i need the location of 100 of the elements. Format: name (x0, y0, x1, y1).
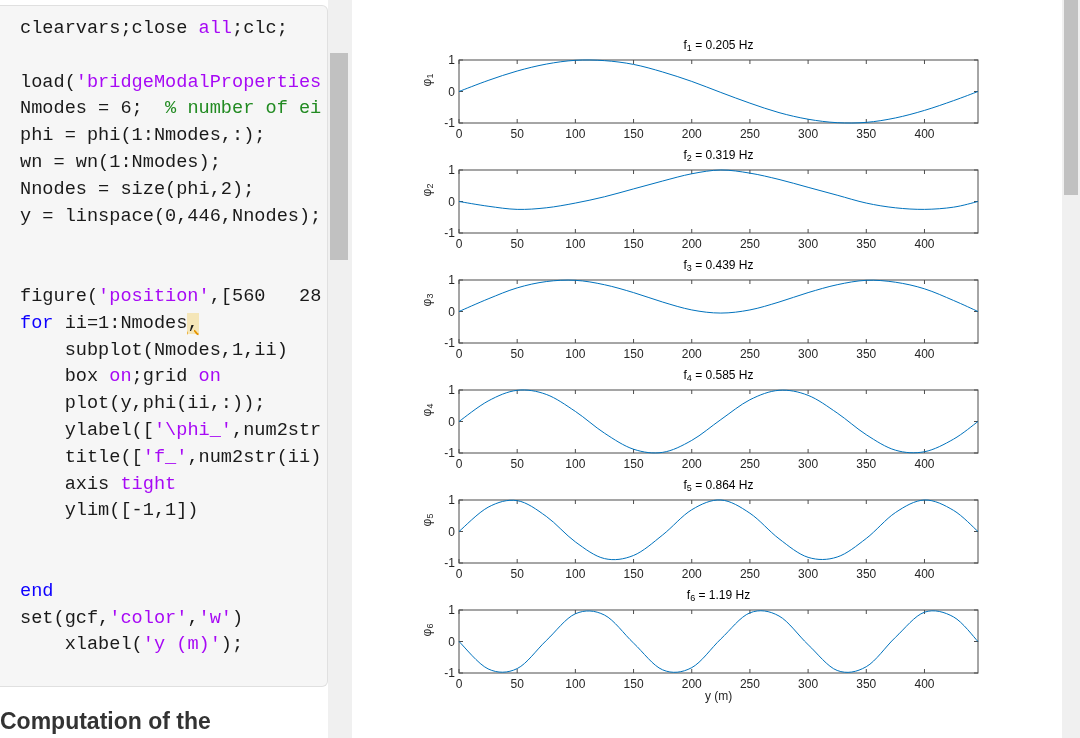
tick-label: 250 (739, 347, 760, 361)
tick-label: 200 (681, 237, 702, 251)
tick-label: 250 (739, 567, 760, 581)
code-line: title(['f_',num2str(ii) (63, 446, 322, 468)
code-line: figure('position',[560 28 (20, 285, 322, 307)
chart-title: f$_{4}$ = 0.585 Hz (682, 367, 755, 385)
tick-label: -1 (444, 446, 455, 460)
tick-label: 350 (856, 237, 877, 251)
tick-label: 300 (798, 677, 819, 691)
tick-label: 150 (623, 237, 644, 251)
tick-label: 250 (739, 237, 760, 251)
tick-label: 150 (623, 677, 644, 691)
tick-label: 400 (914, 457, 935, 471)
tick-label: 0 (455, 567, 463, 581)
tick-label: 50 (510, 127, 524, 141)
chart-title: f$_{3}$ = 0.439 Hz (682, 257, 755, 275)
code-line: ylabel(['\phi_',num2str (63, 419, 322, 441)
tick-label: 150 (623, 347, 644, 361)
tick-label: 50 (510, 237, 524, 251)
chart-title: f$_{2}$ = 0.319 Hz (682, 147, 755, 165)
tick-label: 1 (448, 275, 455, 287)
tick-label: 100 (565, 677, 586, 691)
section-heading: Computation of the (0, 707, 212, 736)
tick-label: 1 (448, 165, 455, 177)
tick-label: 250 (739, 457, 760, 471)
tick-label: 0 (455, 237, 463, 251)
tick-label: 100 (565, 127, 586, 141)
tick-label: 350 (856, 567, 877, 581)
tick-label: 50 (510, 677, 524, 691)
tick-label: 400 (914, 237, 935, 251)
code-line: for ii=1:Nmodes, (20, 312, 199, 334)
code-line: subplot(Nmodes,1,ii) (63, 339, 288, 361)
tick-label: 400 (914, 127, 935, 141)
tick-label: 250 (739, 677, 760, 691)
tick-label: 200 (681, 127, 702, 141)
tick-label: 200 (681, 457, 702, 471)
tick-label: 0 (448, 84, 455, 99)
code-line: phi = phi(1:Nmodes,:); (20, 125, 266, 147)
code-line: xlabel('y (m)'); (63, 634, 244, 656)
tick-label: 0 (455, 127, 463, 141)
tick-label: 1 (448, 55, 455, 67)
tick-label: -1 (444, 556, 455, 570)
code-line: y = linspace(0,446,Nnodes); (20, 205, 322, 227)
tick-label: 200 (681, 567, 702, 581)
tick-label: -1 (444, 666, 455, 680)
tick-label: 400 (914, 567, 935, 581)
code-line: set(gcf,'color','w') (20, 607, 244, 629)
tick-label: 200 (681, 347, 702, 361)
tick-label: 300 (798, 567, 819, 581)
tick-label: 250 (739, 127, 760, 141)
tick-label: 0 (448, 524, 455, 539)
scrollbar-thumb[interactable] (330, 53, 348, 260)
tick-label: 50 (510, 347, 524, 361)
tick-label: 300 (798, 457, 819, 471)
tick-label: 350 (856, 127, 877, 141)
tick-label: 1 (448, 385, 455, 397)
tick-label: 350 (856, 457, 877, 471)
tick-label: 100 (565, 237, 586, 251)
tick-label: 100 (565, 567, 586, 581)
tick-label: -1 (444, 116, 455, 130)
tick-label: 1 (448, 495, 455, 507)
tick-label: 0 (455, 457, 463, 471)
code-line: end (20, 580, 54, 602)
tick-label: 350 (856, 677, 877, 691)
chart-title: f$_{1}$ = 0.205 Hz (682, 37, 755, 55)
tick-label: 0 (448, 634, 455, 649)
tick-label: 300 (798, 127, 819, 141)
tick-label: 150 (623, 457, 644, 471)
tick-label: 200 (681, 677, 702, 691)
tick-label: 0 (448, 194, 455, 209)
tick-label: -1 (444, 336, 455, 350)
code-line: axis tight (63, 473, 177, 495)
tick-label: 0 (448, 414, 455, 429)
code-line: Nmodes = 6; % number of ei (20, 98, 322, 120)
tick-label: 300 (798, 237, 819, 251)
tick-label: 400 (914, 347, 935, 361)
tick-label: 0 (448, 304, 455, 319)
code-line: clearvars;close all;clc; (20, 18, 288, 39)
code-line: box on;grid on (63, 366, 221, 388)
tick-label: 400 (914, 677, 935, 691)
code-line: load('bridgeModalProperties (20, 71, 322, 93)
tick-label: 50 (510, 567, 524, 581)
tick-label: 1 (448, 605, 455, 617)
chart-title: f$_{6}$ = 1.19 Hz (685, 587, 752, 605)
chart-title: f$_{5}$ = 0.864 Hz (682, 477, 755, 495)
tick-label: 300 (798, 347, 819, 361)
code-line: Nnodes = size(phi,2); (20, 178, 255, 200)
tick-label: 0 (455, 347, 463, 361)
tick-label: 100 (565, 457, 586, 471)
code-line: ylim([-1,1]) (63, 500, 199, 522)
tick-label: -1 (444, 226, 455, 240)
axis-label: y (m) (705, 689, 733, 703)
tick-label: 100 (565, 347, 586, 361)
tick-label: 50 (510, 457, 524, 471)
code-line: plot(y,phi(ii,:)); (63, 393, 266, 415)
tick-label: 0 (455, 677, 463, 691)
scrollbar-thumb[interactable] (1064, 0, 1078, 195)
tick-label: 150 (623, 127, 644, 141)
code-line: wn = wn(1:Nmodes); (20, 152, 221, 173)
tick-label: 150 (623, 567, 644, 581)
